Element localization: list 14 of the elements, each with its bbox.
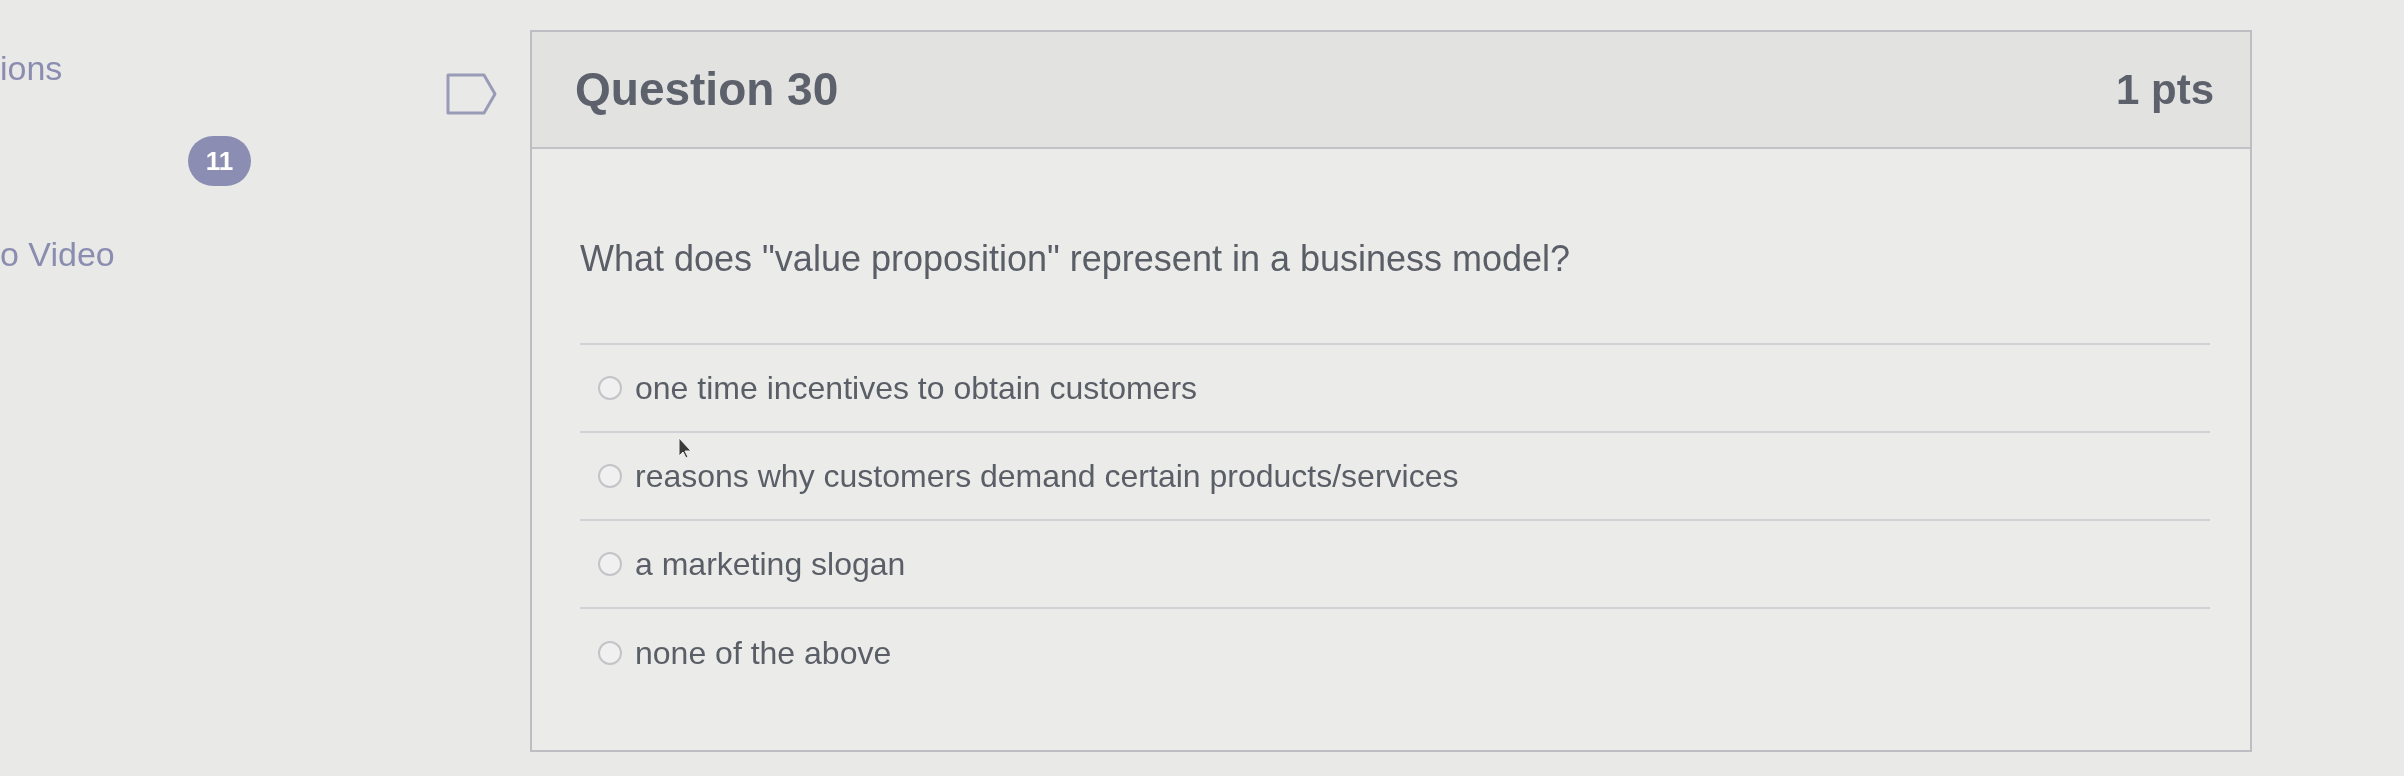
radio-button[interactable]	[598, 376, 622, 400]
tag-icon[interactable]	[446, 73, 497, 115]
cursor-icon	[678, 437, 693, 459]
unread-count: 11	[188, 136, 251, 186]
question-points: 1 pts	[2115, 65, 2214, 115]
answer-option[interactable]: reasons why customers demand certain products/services	[635, 452, 1459, 500]
radio-button[interactable]	[598, 552, 622, 576]
radio-button[interactable]	[598, 641, 622, 665]
question-title: Question 30	[575, 62, 839, 117]
answer-option[interactable]: none of the above	[635, 629, 892, 677]
question-text: What does "value proposition" represent in a business model?	[580, 237, 1572, 281]
answer-option[interactable]: a marketing slogan	[635, 540, 906, 588]
answer-option[interactable]: one time incentives to obtain customers	[635, 364, 1198, 412]
radio-button[interactable]	[598, 464, 622, 488]
